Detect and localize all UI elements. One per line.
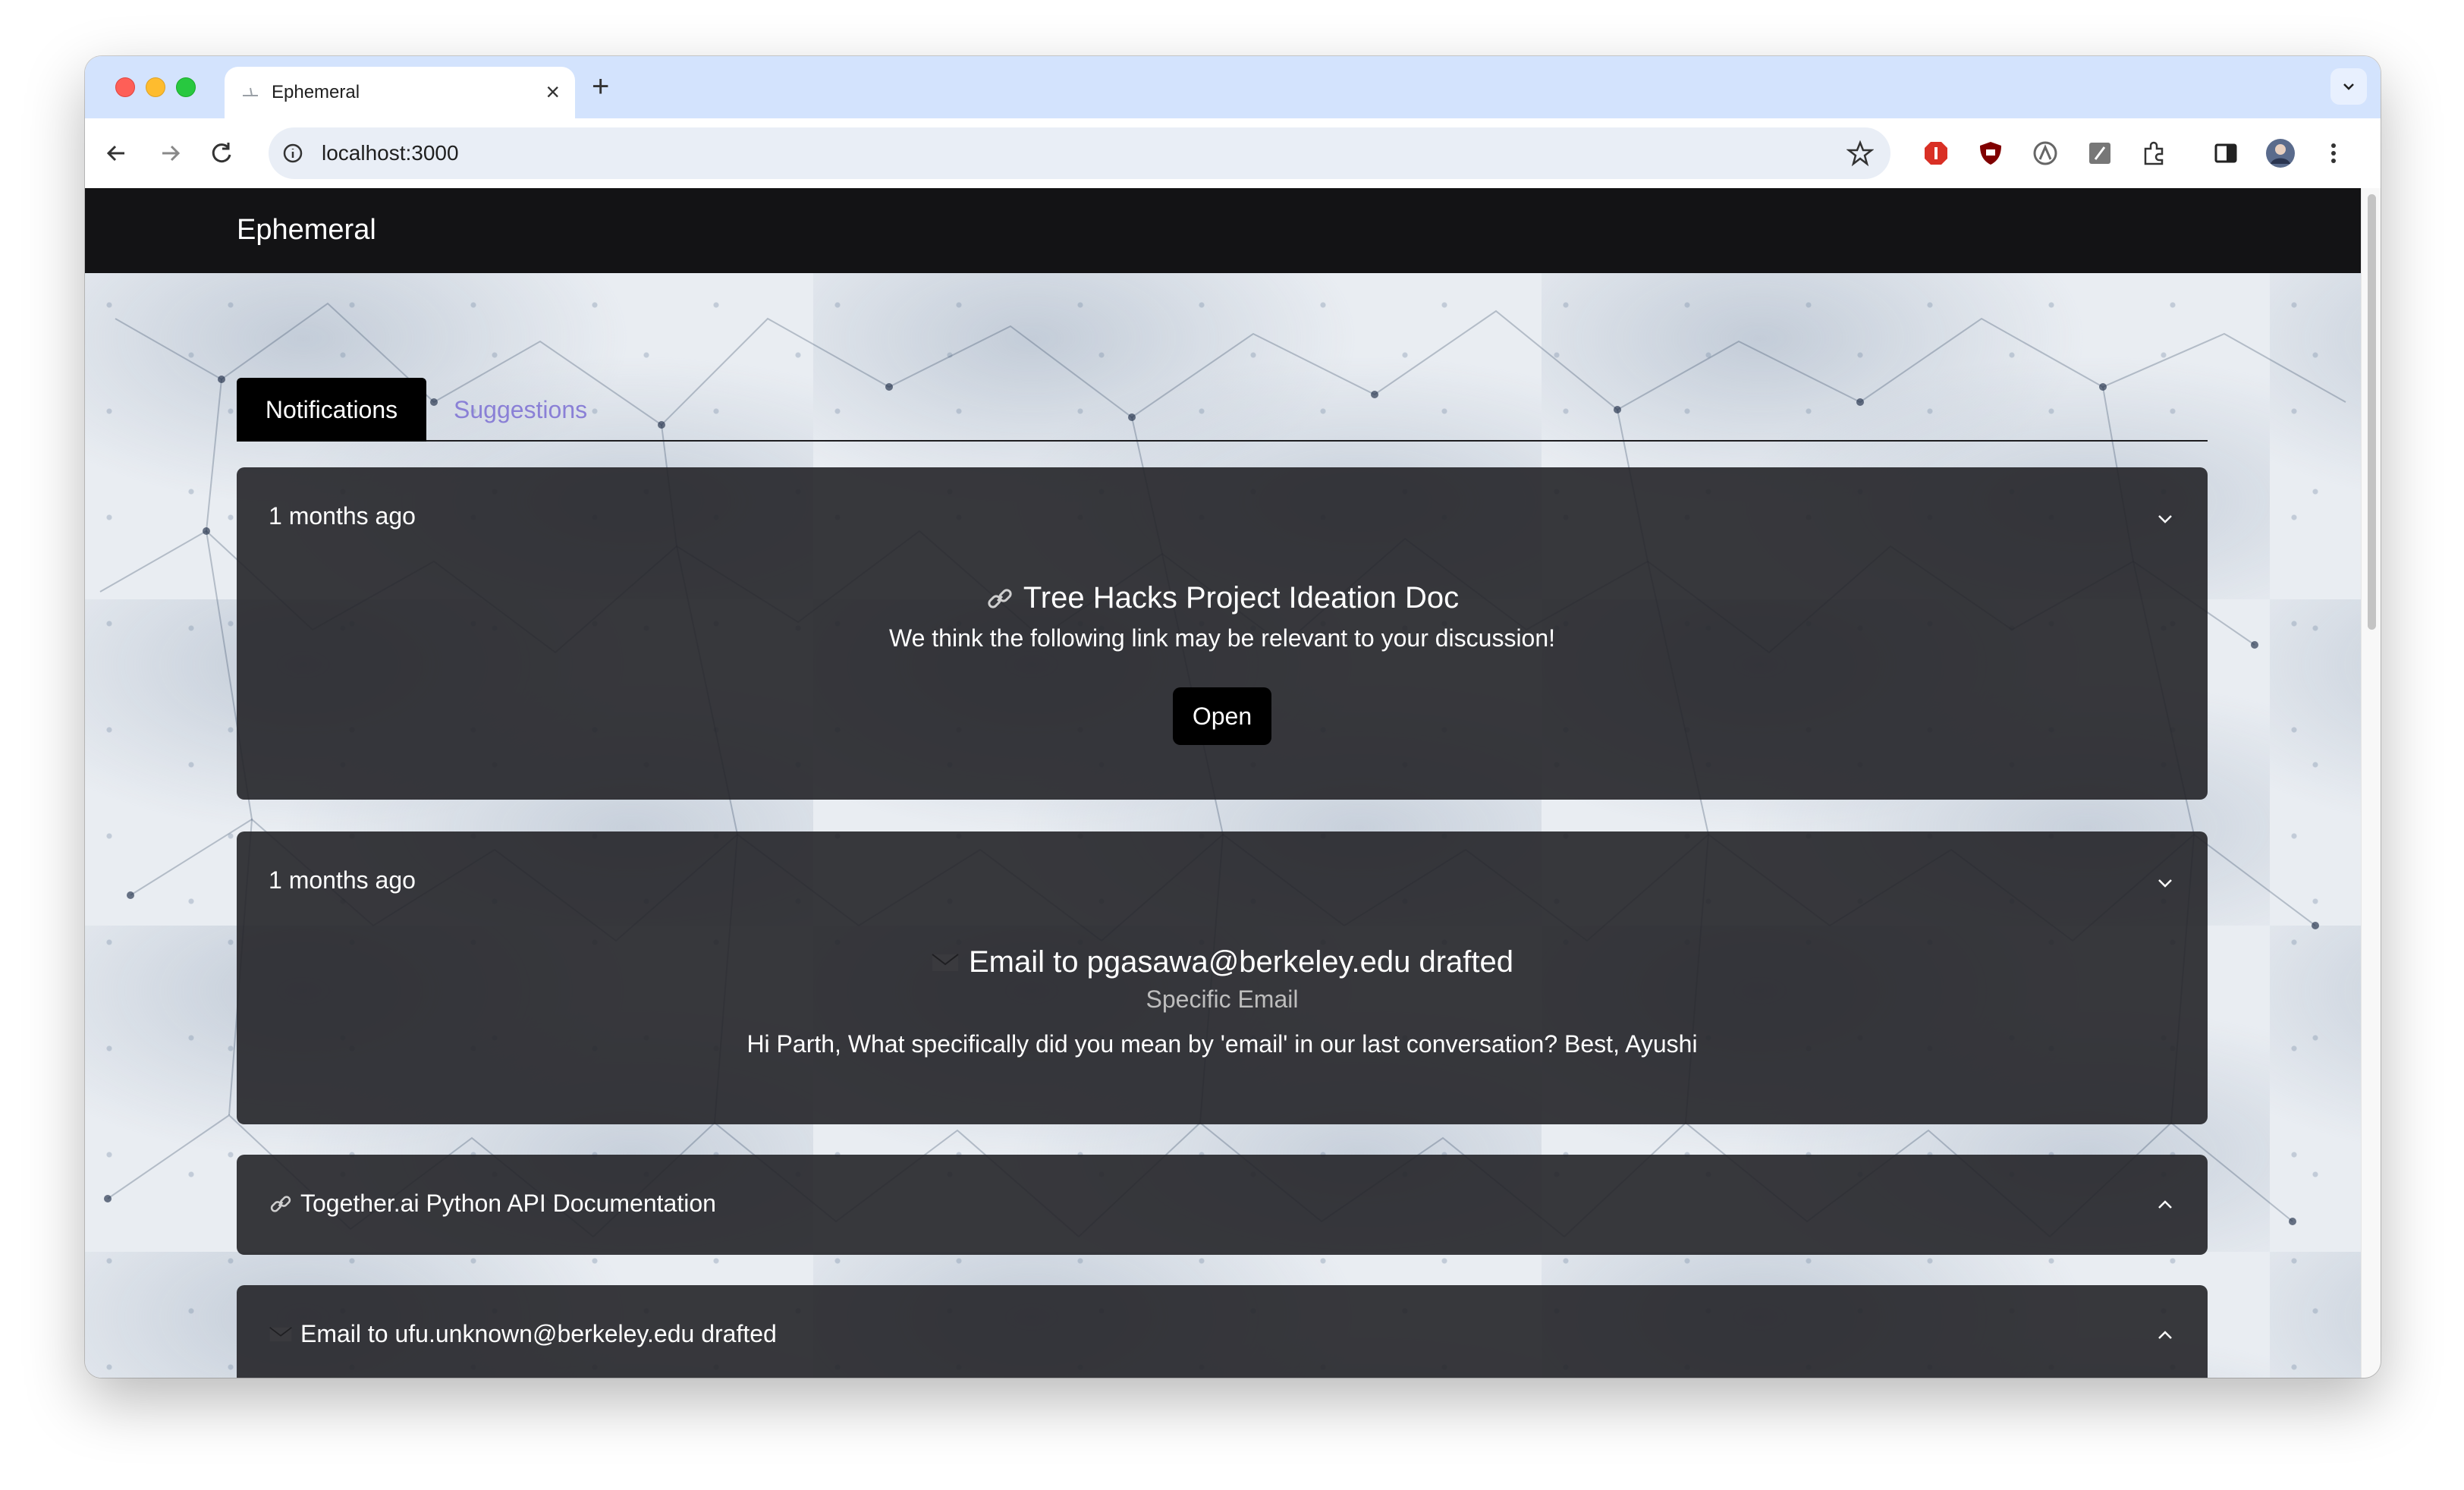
notification-title: Email to pgasawa@berkeley.edu drafted	[968, 945, 1514, 979]
scrollbar-thumb[interactable]	[2368, 194, 2376, 630]
notification-time: 1 months ago	[269, 502, 416, 530]
maximize-window-button[interactable]	[176, 77, 196, 97]
chevron-up-icon[interactable]	[2153, 1323, 2177, 1347]
adblock-extension-icon[interactable]	[1919, 137, 1953, 170]
page-scrollbar[interactable]	[2361, 188, 2381, 1378]
browser-tab[interactable]: Ephemeral ×	[225, 67, 575, 118]
tab-notifications[interactable]: Notifications	[237, 378, 426, 442]
side-panel-icon[interactable]	[2209, 137, 2242, 170]
tab-suggestions[interactable]: Suggestions	[454, 396, 587, 424]
envelope-icon	[932, 953, 959, 971]
browser-tab-strip: Ephemeral × +	[85, 56, 2381, 118]
browser-menu-icon[interactable]	[2317, 137, 2350, 170]
browser-window: Ephemeral × + localhost:3000 Ephemeral N…	[85, 56, 2381, 1378]
link-icon	[270, 1195, 291, 1212]
slash-extension-icon[interactable]	[2083, 137, 2117, 170]
notification-card-email: 1 months ago Email to pgasawa@berkeley.e…	[237, 831, 2208, 1124]
chevron-down-icon[interactable]	[2153, 507, 2177, 531]
close-window-button[interactable]	[115, 77, 135, 97]
puzzle-extensions-icon[interactable]	[2138, 137, 2171, 170]
profile-avatar-icon[interactable]	[2264, 137, 2297, 170]
circle-a-extension-icon[interactable]	[2029, 137, 2062, 170]
tab-title: Ephemeral	[272, 82, 360, 102]
page-viewport: Ephemeral Notifications Suggestions 1 mo…	[85, 188, 2361, 1378]
notification-body: Hi Parth, What specifically did you mean…	[746, 1030, 1698, 1058]
address-bar[interactable]: localhost:3000	[269, 127, 1890, 179]
chevron-up-icon[interactable]	[2153, 1193, 2177, 1217]
close-tab-icon[interactable]: ×	[545, 77, 560, 106]
notification-card-collapsed[interactable]: Email to ufu.unknown@berkeley.edu drafte…	[237, 1285, 2208, 1378]
ublock-shield-icon[interactable]	[1974, 137, 2007, 170]
notification-card-link: 1 months ago Tree Hacks Project Ideation…	[237, 467, 2208, 800]
notification-subtitle: Specific Email	[1146, 985, 1299, 1013]
back-arrow-icon[interactable]	[100, 137, 134, 170]
app-header: Ephemeral	[85, 188, 2361, 273]
open-link-button[interactable]: Open	[1173, 687, 1271, 745]
notification-content: Tree Hacks Project Ideation Doc We think…	[237, 581, 2208, 652]
browser-toolbar: localhost:3000	[85, 118, 2381, 188]
minimize-window-button[interactable]	[146, 77, 165, 97]
view-tabs: Notifications Suggestions	[237, 378, 2208, 442]
chevron-down-icon[interactable]	[2153, 871, 2177, 895]
forward-arrow-icon[interactable]	[153, 137, 187, 170]
url-text: localhost:3000	[322, 141, 459, 165]
notification-title: Together.ai Python API Documentation	[300, 1190, 716, 1217]
link-icon	[988, 588, 1012, 608]
notification-description: We think the following link may be relev…	[888, 624, 1556, 652]
reload-icon[interactable]	[205, 137, 238, 170]
envelope-icon	[269, 1326, 292, 1341]
notification-card-collapsed[interactable]: Together.ai Python API Documentation	[237, 1155, 2208, 1255]
notification-title: Email to ufu.unknown@berkeley.edu drafte…	[300, 1320, 777, 1347]
app-brand[interactable]: Ephemeral	[237, 214, 376, 247]
bookmark-star-icon[interactable]	[1846, 140, 1874, 167]
globe-favicon-icon	[243, 87, 258, 96]
notification-content: Email to pgasawa@berkeley.edu drafted Sp…	[237, 945, 2208, 1058]
new-tab-button[interactable]: +	[592, 70, 609, 103]
tabs-divider	[237, 440, 2208, 442]
chevron-down-icon	[2343, 83, 2354, 90]
tab-search-button[interactable]	[2330, 68, 2367, 105]
notification-time: 1 months ago	[269, 866, 416, 894]
notification-title: Tree Hacks Project Ideation Doc	[1023, 581, 1460, 615]
site-info-icon[interactable]	[282, 143, 303, 164]
